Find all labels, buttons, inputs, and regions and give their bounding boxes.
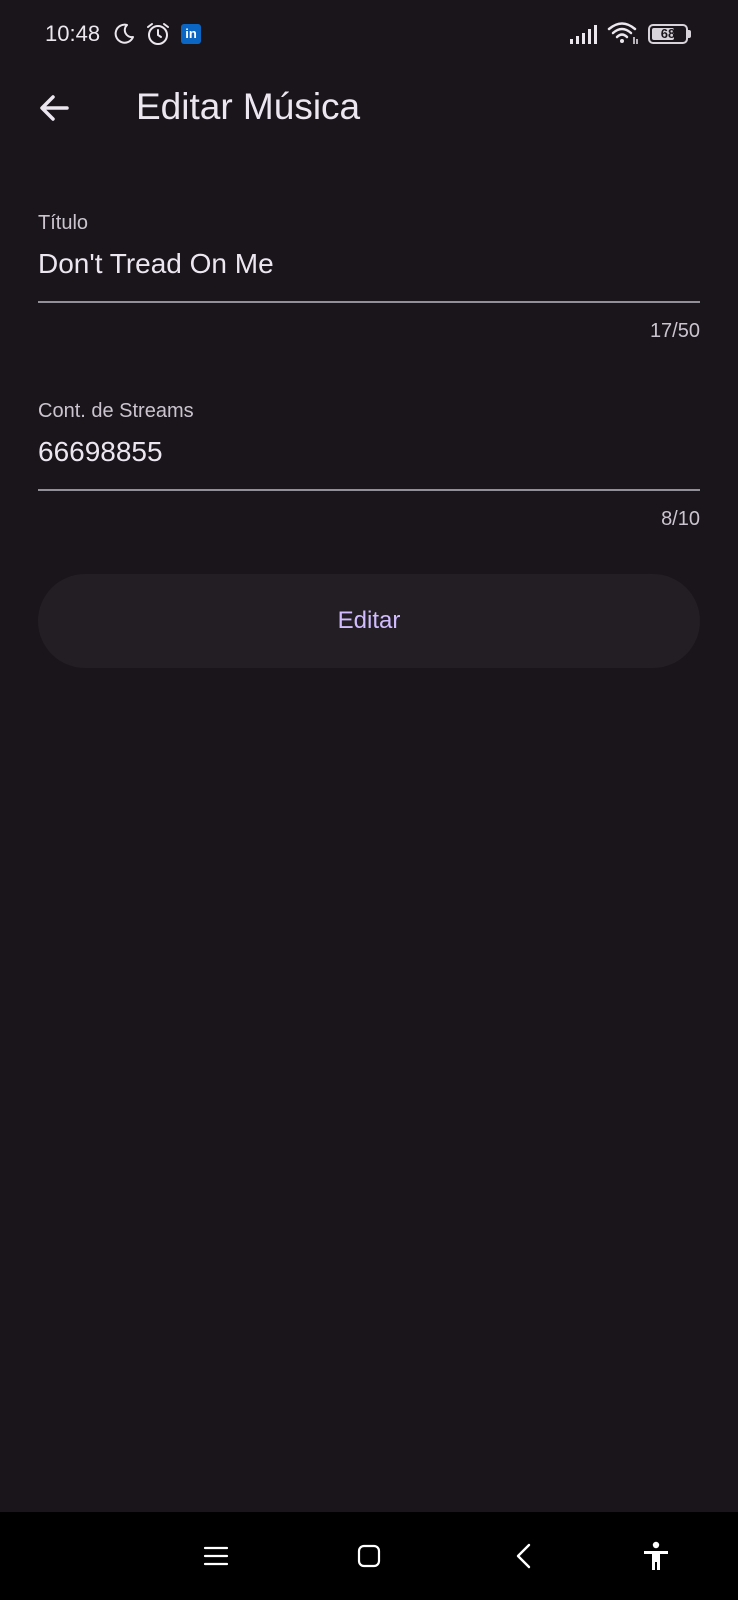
battery-indicator: 68 xyxy=(648,24,691,44)
recent-apps-button[interactable] xyxy=(192,1532,240,1580)
status-bar: 10:48 in 68 xyxy=(0,0,738,70)
edit-button[interactable]: Editar xyxy=(38,574,700,668)
edit-music-screen: 10:48 in 68 Editar Música Título Don't T… xyxy=(0,0,738,1600)
page-title: Editar Música xyxy=(136,86,361,127)
title-field-label: Título xyxy=(38,212,89,234)
status-time: 10:48 xyxy=(45,21,101,46)
linkedin-icon: in xyxy=(181,24,201,44)
menu-icon xyxy=(203,1546,229,1566)
system-back-button[interactable] xyxy=(500,1532,548,1580)
title-field-underline xyxy=(38,301,700,303)
accessibility-icon xyxy=(644,1541,668,1570)
battery-tip xyxy=(688,30,691,38)
back-button[interactable] xyxy=(30,84,78,132)
streams-char-counter: 8/10 xyxy=(661,508,700,530)
home-button[interactable] xyxy=(345,1532,393,1580)
streams-input[interactable]: 66698855 xyxy=(38,434,700,470)
title-field[interactable]: Título Don't Tread On Me 17/50 xyxy=(38,210,700,350)
title-char-counter: 17/50 xyxy=(649,320,700,342)
home-icon xyxy=(357,1544,381,1568)
alarm-icon xyxy=(147,23,169,45)
arrow-left-icon xyxy=(40,95,69,121)
streams-field-label: Cont. de Streams xyxy=(38,400,194,422)
streams-field-underline xyxy=(38,489,700,491)
accessibility-button[interactable] xyxy=(632,1532,680,1580)
moon-icon xyxy=(114,23,134,44)
signal-icon xyxy=(570,25,597,44)
title-input[interactable]: Don't Tread On Me xyxy=(38,246,700,282)
wifi-icon xyxy=(607,22,638,44)
streams-field[interactable]: Cont. de Streams 66698855 8/10 xyxy=(38,398,700,538)
navigation-bar xyxy=(0,1512,738,1600)
back-icon xyxy=(516,1543,531,1569)
battery-level: 68 xyxy=(660,26,676,41)
